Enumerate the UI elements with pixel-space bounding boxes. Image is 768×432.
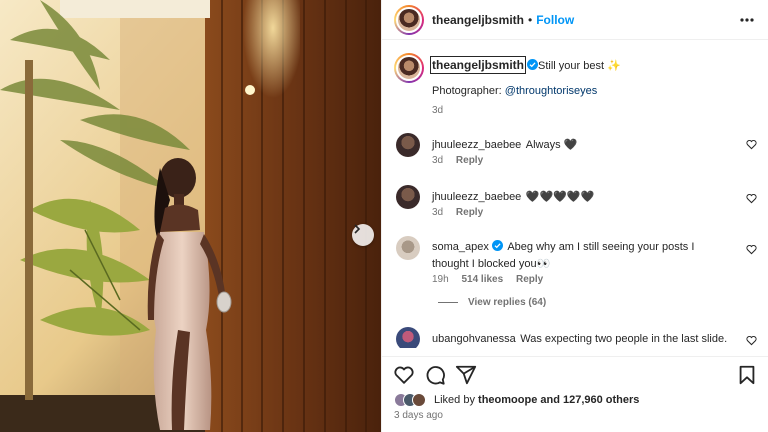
post-actions-bar	[382, 356, 768, 388]
post-date: 3 days ago	[394, 410, 443, 421]
author-username[interactable]: theangeljbsmith	[432, 13, 524, 27]
caption-username[interactable]: theangeljbsmith	[429, 56, 527, 74]
comments-panel: theangeljbsmith • Follow theangeljbsmith…	[381, 0, 768, 432]
comment-username[interactable]: jhuuleezz_baebee	[432, 191, 521, 203]
likes-summary[interactable]: Liked by theomoope and 127,960 others	[394, 392, 764, 410]
reply-button[interactable]: Reply	[456, 207, 483, 218]
commenter-avatar[interactable]	[396, 327, 420, 348]
comment-heart-icon[interactable]	[746, 193, 757, 204]
comment-icon[interactable]	[424, 364, 446, 386]
caption-text: Still your best ✨	[538, 60, 621, 72]
comment-text: Was expecting two people in the last sli…	[520, 333, 728, 345]
comment-heart-icon[interactable]	[746, 335, 757, 346]
verified-badge-icon	[527, 59, 539, 70]
caption-time: 3d	[432, 105, 444, 116]
photo-illustration	[0, 0, 381, 432]
comment-text: Always 🖤	[525, 139, 578, 151]
comment-time: 3d	[432, 207, 444, 218]
replies-divider	[438, 302, 458, 303]
view-replies-button[interactable]: View replies (64)	[438, 297, 546, 308]
likes-prefix: Liked by	[434, 394, 479, 406]
comment-time: 19h	[432, 274, 449, 285]
post-photo[interactable]	[0, 0, 381, 432]
heart-icon[interactable]	[393, 364, 415, 386]
chevron-right-icon	[354, 224, 361, 234]
comment-username[interactable]: jhuuleezz_baebee	[432, 139, 521, 151]
next-slide-button[interactable]	[352, 224, 374, 246]
comments-scroll-area[interactable]: theangeljbsmith Still your best ✨ Photogr…	[382, 41, 768, 348]
comment-username[interactable]: soma_apex	[432, 241, 489, 253]
photographer-link[interactable]: @throughtoriseyes	[505, 85, 598, 97]
comment-time: 3d	[432, 155, 444, 166]
author-avatar[interactable]	[394, 5, 424, 35]
commenter-avatar[interactable]	[396, 236, 420, 260]
separator-dot: •	[528, 13, 533, 27]
bookmark-icon[interactable]	[736, 364, 758, 386]
comment-username[interactable]: ubangohvanessa	[432, 333, 516, 345]
verified-badge-icon	[491, 240, 503, 251]
comment-text: 🖤🖤🖤🖤🖤	[525, 191, 595, 203]
comment-heart-icon[interactable]	[746, 139, 757, 150]
caption-avatar[interactable]	[394, 53, 424, 83]
comment-likes[interactable]: 514 likes	[461, 274, 503, 285]
likes-count[interactable]: and 127,960 others	[537, 394, 639, 406]
post-header: theangeljbsmith • Follow	[382, 0, 768, 40]
follow-button[interactable]: Follow	[536, 13, 574, 27]
commenter-avatar[interactable]	[396, 185, 420, 209]
liker-avatar	[412, 393, 426, 407]
commenter-avatar[interactable]	[396, 133, 420, 157]
share-icon[interactable]	[455, 364, 477, 386]
reply-button[interactable]: Reply	[456, 155, 483, 166]
more-options-icon[interactable]	[739, 14, 755, 26]
likes-user-link[interactable]: theomoope	[478, 394, 537, 406]
view-replies-label: View replies (64)	[468, 297, 547, 308]
comment-heart-icon[interactable]	[746, 244, 757, 255]
caption-credit-prefix: Photographer:	[432, 85, 505, 97]
reply-button[interactable]: Reply	[516, 274, 543, 285]
